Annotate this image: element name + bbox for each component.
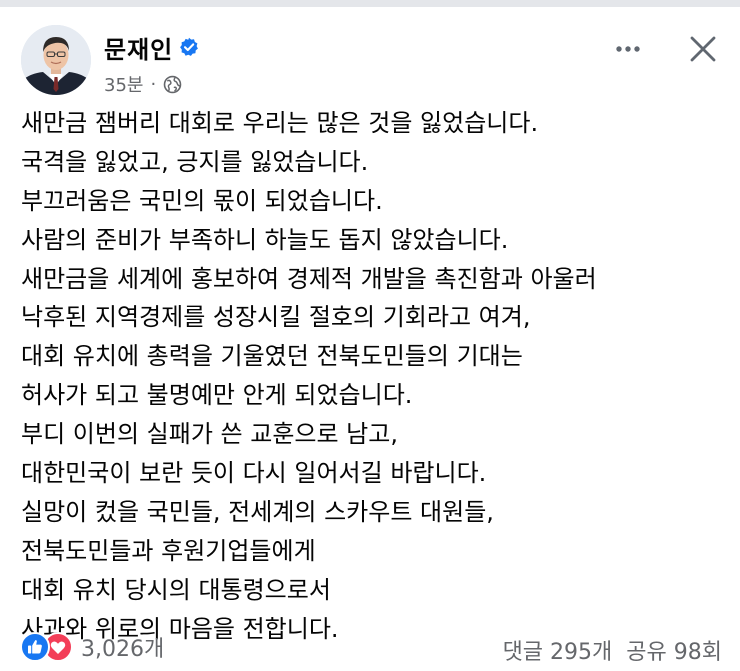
post-text-line: 실망이 컸을 국민들, 전세계의 스카우트 대원들, [21,497,494,526]
post-text-line: 대회 유치 당시의 대통령으로서 [21,575,331,604]
globe-icon[interactable] [163,75,182,94]
post-text-line: 부디 이번의 실패가 쓴 교훈으로 남고, [21,420,398,449]
reaction-icons [20,632,73,662]
close-button[interactable] [681,27,725,71]
author-name[interactable]: 문재인 [104,30,173,65]
post-timestamp[interactable]: 35분 [104,71,143,97]
post-text-line: 사람의 준비가 부족하니 하늘도 돕지 않았습니다. [21,225,509,254]
post-text-line: 허사가 되고 불명예만 안게 되었습니다. [21,381,413,410]
more-horizontal-icon [616,46,640,52]
post-meta: 35분 · [104,71,182,97]
avatar-image [21,25,91,95]
more-options-button[interactable] [608,31,648,67]
post-text-line: 부끄러움은 국민의 몫이 되었습니다. [21,186,383,215]
post-body: 새만금 잼버리 대회로 우리는 많은 것을 잃었습니다. 국격을 잃었고, 긍지… [21,104,721,648]
post-text-line: 대한민국이 보란 듯이 다시 일어서길 바랍니다. [21,459,487,488]
like-icon [20,632,50,662]
meta-separator: · [150,73,157,95]
verified-badge-icon [179,37,199,57]
post-text-line: 대회 유치에 총력을 기울였던 전북도민들의 기대는 [21,342,523,371]
post-text-line: 낙후된 지역경제를 성장시킬 절호의 기회라고 여겨, [21,303,531,332]
close-icon [690,36,716,62]
post-text-line: 새만금 잼버리 대회로 우리는 많은 것을 잃었습니다. [21,109,539,137]
post-text-line: 새만금을 세계에 홍보하여 경제적 개발을 촉진함과 아울러 [21,264,597,293]
comments-count-link[interactable]: 댓글 295개 [503,634,613,666]
reactions-summary[interactable]: 3,026개 [20,631,164,663]
top-divider [0,0,740,7]
post-text-line: 전북도민들과 후원기업들에게 [21,536,316,565]
avatar[interactable] [21,25,91,95]
engagement-stats: 댓글 295개 공유 98회 [503,634,722,666]
post-header: 문재인 35분 · [0,7,740,102]
shares-count-link[interactable]: 공유 98회 [626,634,722,666]
author-line: 문재인 [104,30,199,65]
post-footer: 3,026개 댓글 295개 공유 98회 [0,626,740,671]
post-text-line: 국격을 잃었고, 긍지를 잃었습니다. [21,147,369,176]
reactions-count: 3,026개 [81,637,165,662]
